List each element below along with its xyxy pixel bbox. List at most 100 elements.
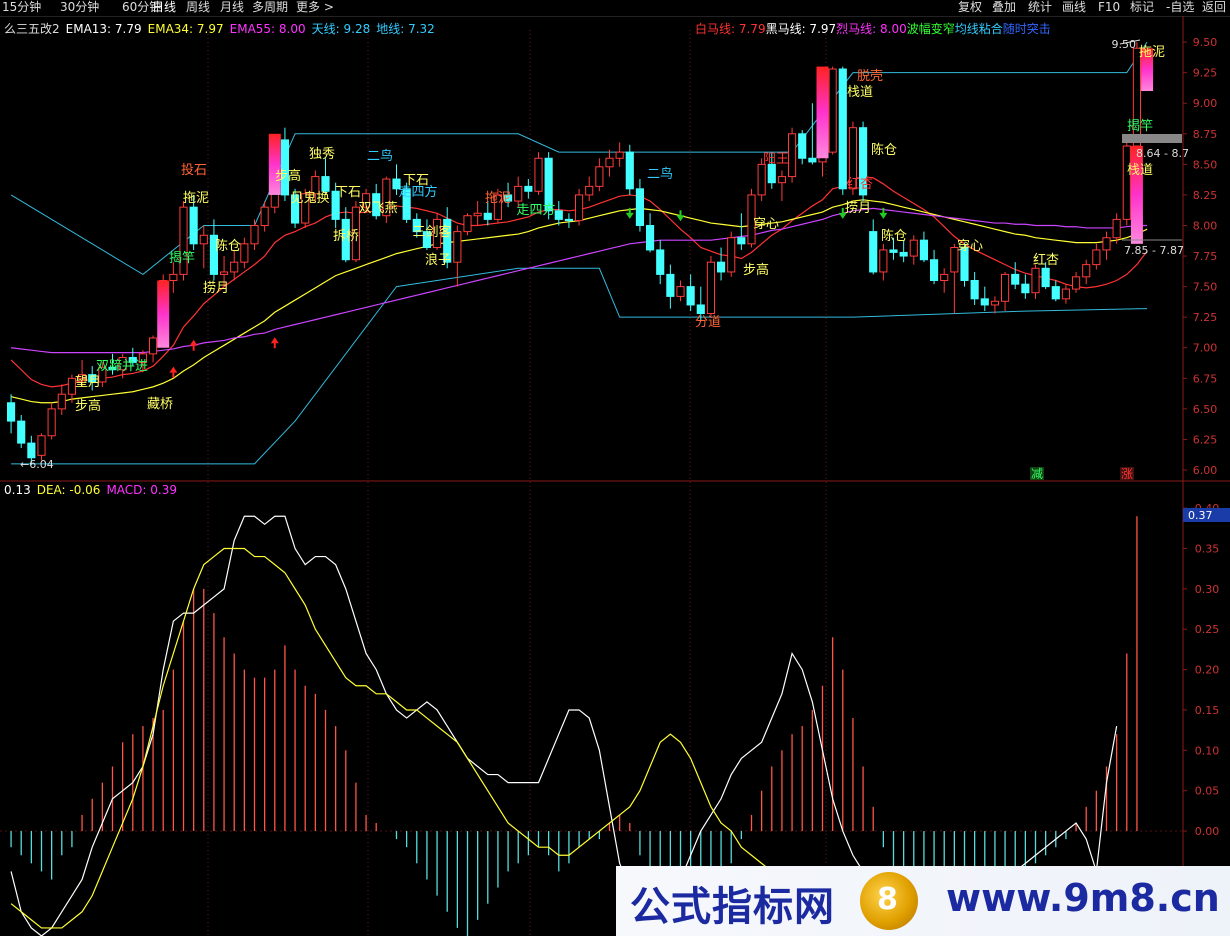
up-arrow-icon-1: [189, 339, 198, 351]
candle-body-18: [189, 206, 198, 245]
candle-body-100: [1021, 283, 1030, 294]
annotation-14: 二鸟: [367, 148, 393, 164]
watermark-logo-icon: 8: [860, 872, 918, 930]
annotation-29: 陈仓: [871, 142, 897, 158]
candle-body-102: [1041, 267, 1050, 288]
macd-tick-label-4: 0.20: [1195, 664, 1220, 677]
price-tick-label-10: 7.00: [1193, 342, 1218, 355]
candle-body-87: [889, 249, 898, 253]
candle-body-47: [483, 212, 492, 220]
candle-body-75: [767, 163, 776, 184]
candle-body-104: [1061, 288, 1071, 300]
macd-tick-label-7: 0.05: [1195, 785, 1220, 798]
annotation-35: 揭竿: [1127, 118, 1153, 134]
candle-body-14: [149, 337, 158, 355]
candle-body-56: [575, 194, 584, 222]
price-tick-label-7: 7.75: [1193, 250, 1218, 263]
price-tick-label-11: 6.75: [1193, 372, 1218, 385]
candle-body-59: [605, 157, 614, 168]
annotation-27: 栈道: [847, 85, 873, 100]
annotation-22: 二鸟: [647, 166, 673, 182]
annotation-6: 拖泥: [183, 191, 209, 206]
candle-body-55: [564, 218, 573, 222]
candle-body-25: [260, 206, 269, 226]
candle-body-58: [595, 166, 604, 187]
annotation-26: 阳王: [763, 152, 789, 167]
candle-body-69: [706, 261, 715, 315]
price-tick-label-8: 7.50: [1193, 281, 1218, 294]
candle-body-4: [47, 408, 56, 437]
macd-tick-label-2: 0.30: [1195, 583, 1220, 596]
annotation-7: 陈仓: [215, 238, 241, 254]
price-tick-label-3: 8.75: [1193, 128, 1218, 141]
macd-tick-label-1: 0.35: [1195, 543, 1220, 556]
candle-body-68: [696, 304, 705, 315]
candle-body-50: [514, 185, 523, 202]
candle-body-79: [808, 157, 817, 163]
signal-zhang: 涨: [1121, 466, 1133, 481]
annotation-23: 分道: [695, 315, 721, 330]
candle-body-89: [909, 239, 918, 257]
candle-body-74: [757, 163, 766, 196]
annotation-19: 浪子: [425, 253, 451, 268]
candle-body-21: [220, 271, 229, 275]
candle-body-57: [585, 185, 594, 196]
price-tick-label-0: 9.50: [1193, 36, 1218, 49]
candle-body-23: [240, 243, 249, 263]
price-tick-label-1: 9.25: [1193, 67, 1218, 80]
watermark-title: 公式指标网: [630, 884, 835, 930]
candle-body-46: [473, 212, 482, 217]
macd-tick-label-6: 0.10: [1195, 744, 1220, 757]
range1-bar: [1122, 134, 1182, 143]
candle-body-78: [798, 133, 807, 159]
candle-body-90: [919, 239, 928, 261]
annotation-21: 走四方: [516, 202, 555, 218]
candle-body-66: [676, 286, 685, 297]
signal-block-0: [157, 280, 170, 348]
candle-body-108: [1102, 237, 1111, 251]
annotation-3: 藏桥: [147, 397, 173, 412]
macd-tick-label-3: 0.25: [1195, 623, 1220, 636]
annotation-4: 揭竿: [169, 250, 195, 266]
annotation-15: 双飞燕: [358, 201, 397, 216]
candle-body-98: [1001, 273, 1010, 302]
annotation-37: 拖泥: [1139, 45, 1165, 60]
up-arrow-icon-2: [270, 337, 279, 349]
candle-body-63: [646, 224, 655, 251]
candle-body-95: [970, 280, 979, 300]
annotation-12: 下石: [335, 185, 361, 200]
candle-body-82: [838, 68, 847, 190]
signal-block-1: [268, 133, 281, 195]
price-tick-label-4: 8.50: [1193, 158, 1218, 171]
annotation-9: 步高: [275, 168, 301, 184]
candle-body-51: [524, 185, 533, 192]
annotation-32: 陈仓: [881, 228, 907, 244]
annotation-31: 捞月: [845, 200, 871, 216]
price-tick-label-12: 6.50: [1193, 403, 1218, 416]
candle-body-0: [7, 402, 16, 422]
candle-body-107: [1092, 249, 1101, 266]
range1-label: 8.64 - 8.7: [1136, 147, 1189, 160]
signal-block-3: [1130, 146, 1143, 244]
candle-body-99: [1011, 273, 1020, 285]
candle-body-2: [27, 442, 36, 459]
annotation-5: 投石: [181, 162, 207, 178]
candle-body-19: [199, 234, 208, 245]
candle-body-64: [656, 249, 665, 275]
candle-body-109: [1112, 218, 1121, 239]
annotation-20: 拖泥: [485, 191, 511, 206]
candle-body-81: [828, 68, 837, 153]
low-price-label: ←6.04: [20, 458, 54, 471]
macd-tick-label-8: 0.00: [1195, 825, 1220, 838]
candle-body-60: [615, 151, 624, 159]
annotation-10: 独秀: [309, 147, 335, 162]
candle-body-91: [930, 259, 939, 282]
candle-body-97: [990, 300, 999, 306]
price-tick-label-9: 7.25: [1193, 311, 1218, 324]
candle-body-22: [230, 261, 239, 273]
annotation-36: 栈道: [1127, 163, 1153, 178]
stock-chart[interactable]: 9.50 9.25 9.00 8.75 8.50 8.25 8.00 7.75 7.50 7.25…: [0, 0, 1230, 936]
candle-body-3: [37, 435, 46, 456]
candle-body-96: [980, 298, 989, 306]
candle-body-88: [899, 251, 908, 257]
